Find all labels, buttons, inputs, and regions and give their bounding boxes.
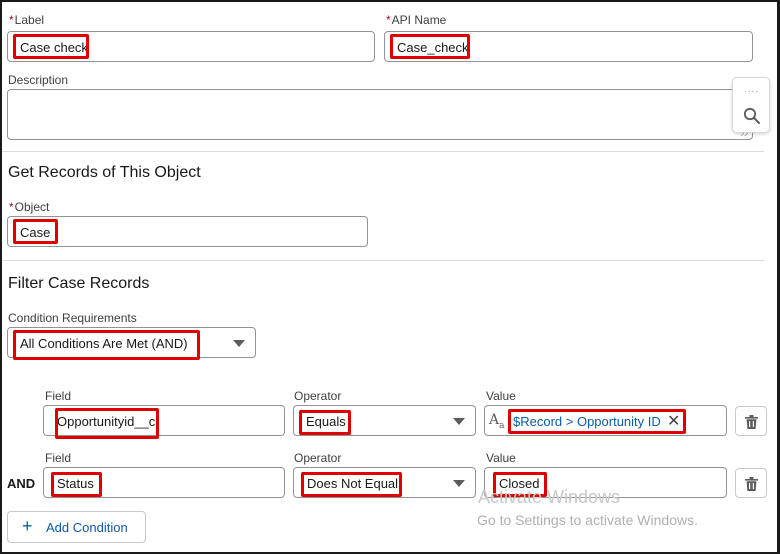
label-field-label: *Label <box>9 13 45 27</box>
condition-2-value-label: Value <box>486 451 516 465</box>
add-condition-button[interactable]: + Add Condition <box>7 511 146 543</box>
condition-1-field-label: Field <box>45 389 72 403</box>
activate-windows-subtext: Go to Settings to activate Windows. <box>477 512 698 528</box>
condition-2-field-label: Field <box>45 451 72 465</box>
api-name-field-label: *API Name <box>386 13 447 27</box>
chevron-down-icon <box>453 480 465 487</box>
condition-1-operator-label: Operator <box>294 389 342 403</box>
trash-icon <box>745 477 758 491</box>
text-type-icon: Aa <box>489 412 505 431</box>
object-field-label: *Object <box>9 200 50 214</box>
add-condition-label: Add Condition <box>46 520 128 535</box>
condition-2-operator-select[interactable]: Does Not Equal <box>293 467 476 498</box>
get-records-section-title: Get Records of This Object <box>8 164 201 181</box>
search-icon[interactable] <box>743 107 761 125</box>
condition-1-value-input[interactable]: Aa $Record > Opportunity ID ✕ <box>484 405 727 436</box>
drag-handle-icon[interactable]: .... <box>744 84 759 95</box>
section-divider <box>2 260 764 261</box>
condition-1-operator-select[interactable]: Equals <box>293 405 476 436</box>
chevron-down-icon <box>233 340 245 347</box>
plus-icon: + <box>22 516 33 536</box>
resource-pill[interactable]: $Record > Opportunity ID <box>513 414 661 429</box>
condition-requirements-label: Condition Requirements <box>8 311 137 325</box>
label-input[interactable]: Case check <box>7 31 375 62</box>
activate-windows-watermark: Activate Windows <box>478 487 621 507</box>
filter-section-title: Filter Case Records <box>8 275 150 292</box>
condition-1-field-input[interactable]: Opportunityid__c <box>43 405 285 436</box>
condition-1-value-label: Value <box>486 389 516 403</box>
condition-2-field-input[interactable]: Status <box>43 467 285 498</box>
delete-condition-2-button[interactable] <box>735 468 767 498</box>
side-toolbar: .... <box>732 77 770 133</box>
delete-condition-1-button[interactable] <box>735 406 767 436</box>
api-name-input[interactable]: Case_check <box>384 31 753 62</box>
chevron-down-icon <box>453 418 465 425</box>
section-divider <box>2 151 764 152</box>
condition-2-operator-label: Operator <box>294 451 342 465</box>
condition-requirements-select[interactable]: All Conditions Are Met (AND) <box>7 327 256 358</box>
description-textarea[interactable] <box>7 89 753 140</box>
and-connector-label: AND <box>7 476 36 491</box>
object-input[interactable]: Case <box>7 216 368 247</box>
trash-icon <box>745 415 758 429</box>
description-field-label: Description <box>8 73 69 87</box>
close-icon[interactable]: ✕ <box>667 411 680 431</box>
